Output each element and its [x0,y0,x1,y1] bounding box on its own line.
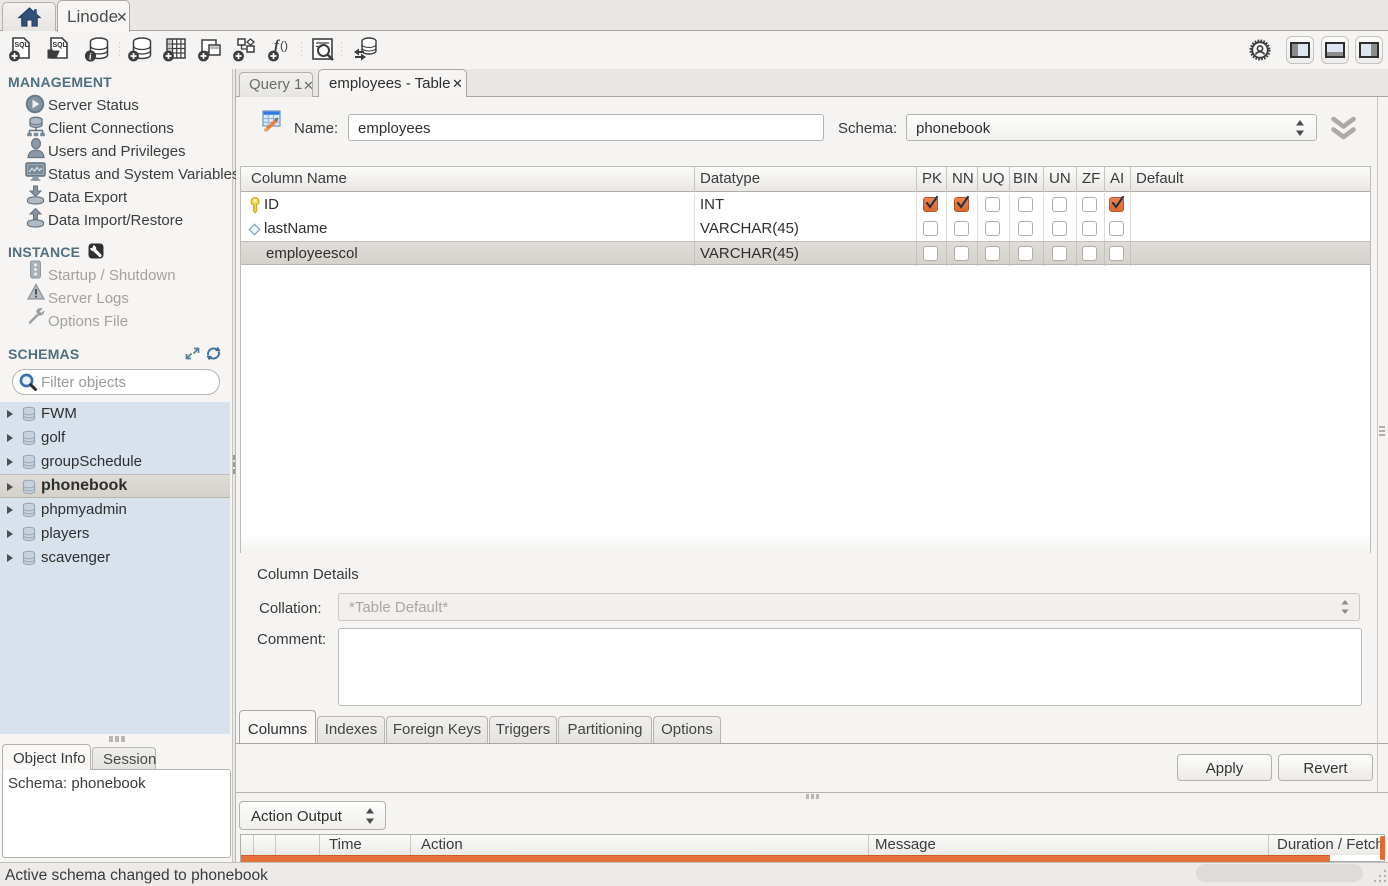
svg-text:SQL: SQL [53,42,68,49]
svg-text:(): () [280,39,288,53]
svg-text:SQL: SQL [15,42,30,49]
